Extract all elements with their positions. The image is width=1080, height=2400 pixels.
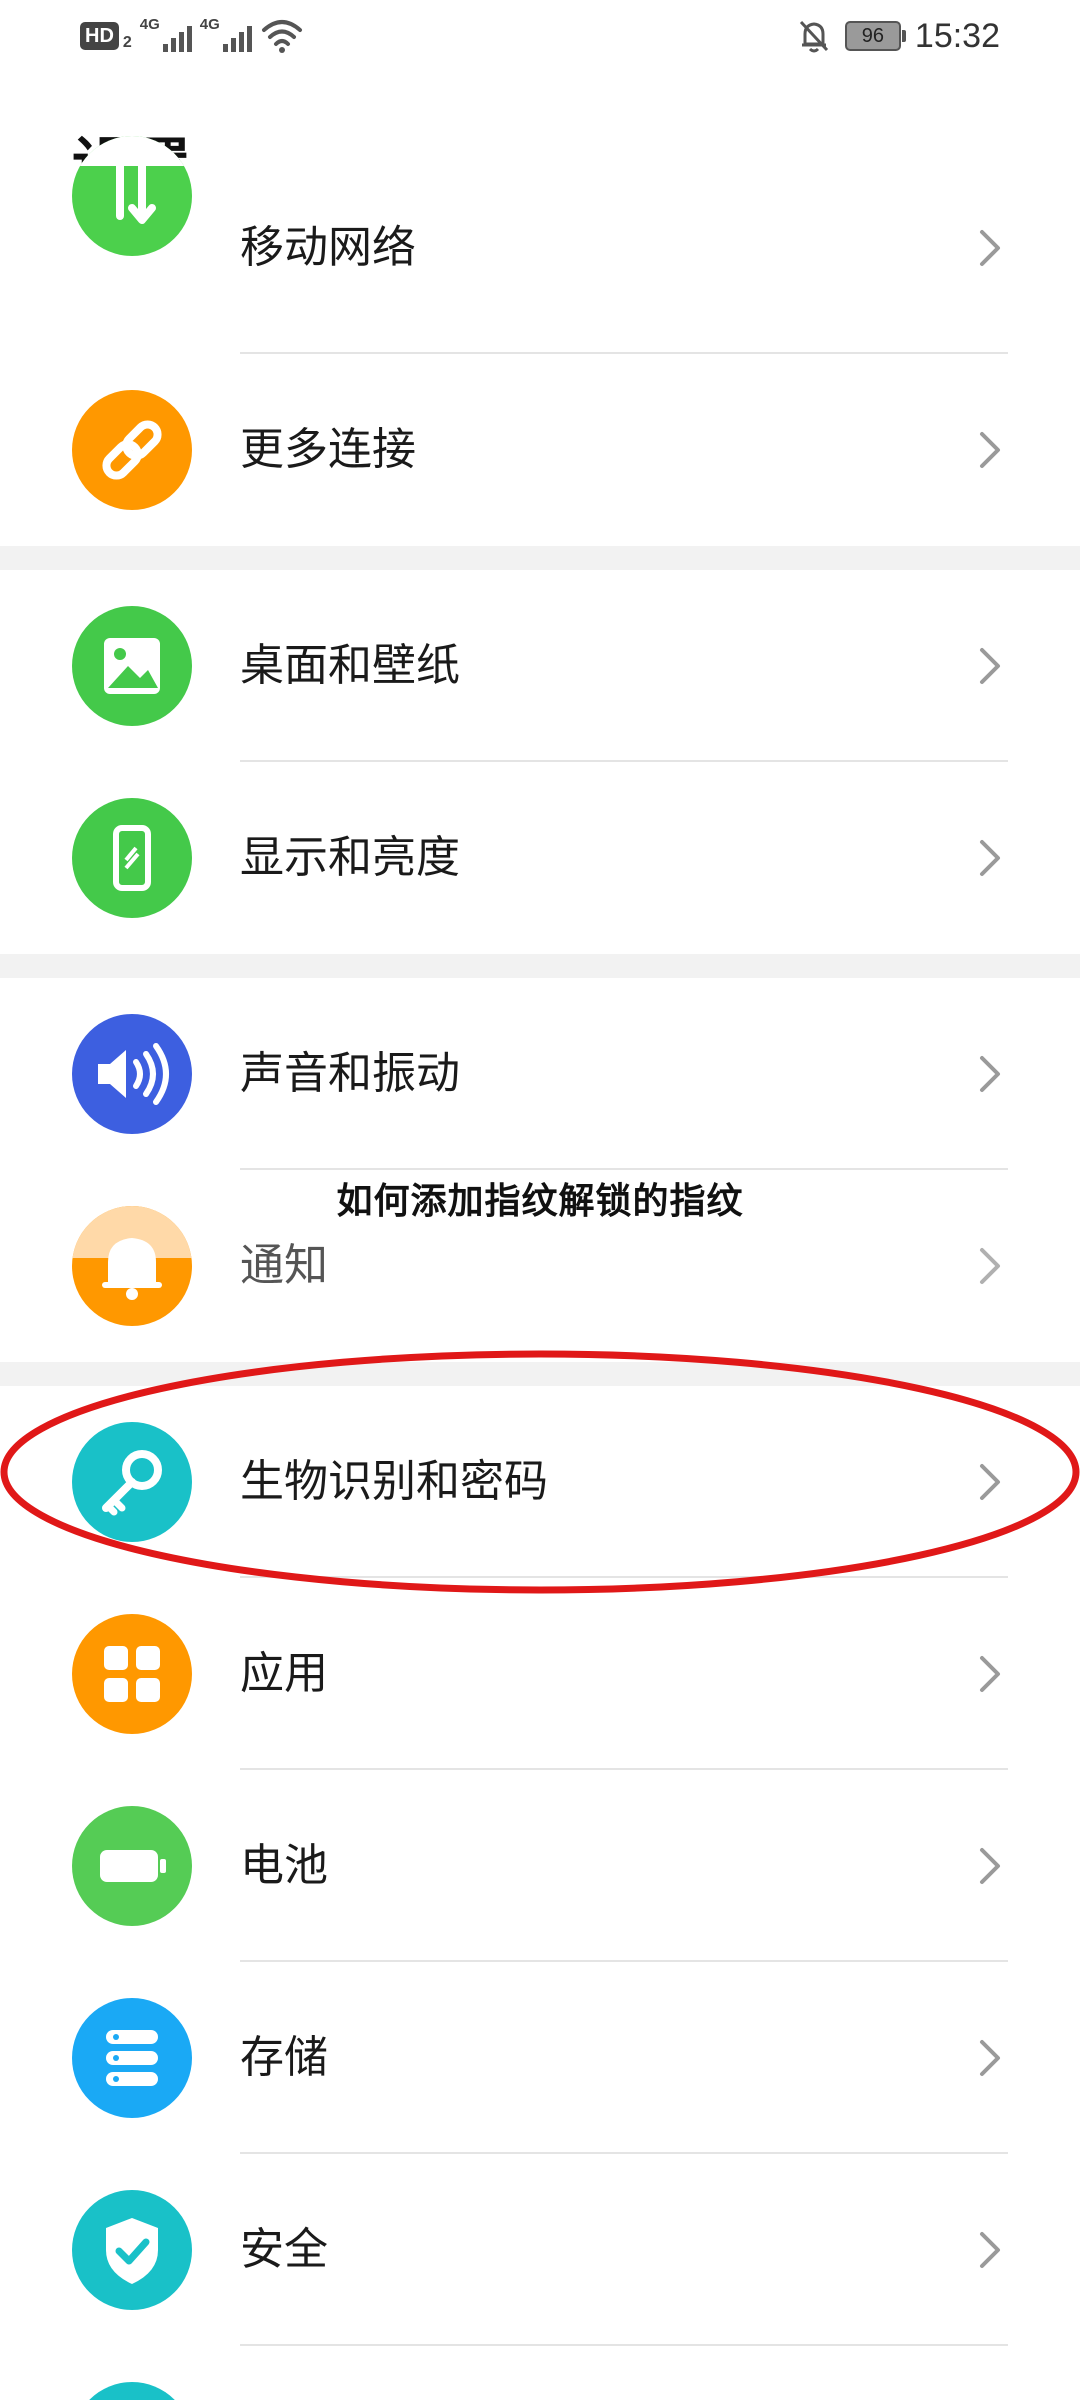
settings-item-label: 电池: [240, 1840, 328, 1891]
settings-item-label: 桌面和壁纸: [240, 640, 460, 691]
hd-sub: 2: [122, 34, 132, 51]
status-bar: HD 2 4G 4G 96 15:32: [0, 0, 1080, 72]
settings-item-security[interactable]: 安全: [0, 2154, 1080, 2346]
settings-item-label: 通知: [240, 1240, 328, 1291]
chevron-right-icon: [980, 432, 1000, 468]
chevron-right-icon: [980, 230, 1000, 266]
chevron-right-icon: [980, 2232, 1000, 2268]
battery-level: 96: [861, 25, 885, 47]
storage-icon: [72, 1998, 192, 2118]
apps-grid-icon: [72, 1614, 192, 1734]
chevron-right-icon: [980, 1656, 1000, 1692]
settings-item-label: 显示和亮度: [240, 832, 460, 883]
mobile-network-icon: [72, 136, 192, 256]
group-separator: [0, 546, 1080, 570]
settings-item-label: 安全: [240, 2224, 328, 2275]
wifi-icon: [260, 16, 304, 56]
settings-item-mobile-network[interactable]: 移动网络: [0, 136, 1080, 354]
settings-item-label: 移动网络: [240, 222, 416, 273]
bell-icon: [72, 1206, 192, 1326]
settings-item-label: 应用: [240, 1648, 328, 1699]
partial-item-icon: [72, 2382, 192, 2400]
highlight-ellipse: [0, 1350, 1080, 1594]
signal-icon-1: 4G: [140, 16, 192, 56]
settings-item-label: 声音和振动: [240, 1048, 460, 1099]
settings-item-apps[interactable]: 应用: [0, 1578, 1080, 1770]
settings-item-partial[interactable]: [0, 2346, 1080, 2400]
signal-icon-2: 4G: [200, 16, 252, 56]
shield-check-icon: [72, 2190, 192, 2310]
hd-badge: HD: [80, 22, 119, 50]
battery-icon: [72, 1806, 192, 1926]
settings-item-sound[interactable]: 声音和振动: [0, 978, 1080, 1170]
speaker-icon: [72, 1014, 192, 1134]
settings-item-display[interactable]: 显示和亮度: [0, 762, 1080, 954]
chevron-right-icon: [980, 648, 1000, 684]
settings-item-wallpaper[interactable]: 桌面和壁纸: [0, 570, 1080, 762]
overlay-caption: 如何添加指纹解锁的指纹: [336, 1181, 744, 1222]
bell-off-icon: [797, 18, 831, 54]
chevron-right-icon: [980, 1248, 1000, 1284]
chevron-right-icon: [980, 840, 1000, 876]
settings-item-label: 更多连接: [240, 424, 416, 475]
network-type-1: 4G: [139, 16, 160, 33]
phone-display-icon: [72, 798, 192, 918]
settings-item-label: 存储: [240, 2032, 328, 2083]
image-icon: [72, 606, 192, 726]
clock: 15:32: [914, 16, 1000, 55]
settings-item-battery[interactable]: 电池: [0, 1770, 1080, 1962]
chevron-right-icon: [980, 1848, 1000, 1884]
battery-icon: 96: [844, 21, 906, 51]
status-left: HD 2 4G 4G: [80, 16, 304, 56]
settings-item-storage[interactable]: 存储: [0, 1962, 1080, 2154]
link-icon: [72, 390, 192, 510]
network-type-2: 4G: [199, 16, 220, 33]
status-right: 96 15:32: [797, 14, 1000, 58]
group-separator: [0, 954, 1080, 978]
settings-item-more-connections[interactable]: 更多连接: [0, 354, 1080, 546]
chevron-right-icon: [980, 2040, 1000, 2076]
chevron-right-icon: [980, 1056, 1000, 1092]
